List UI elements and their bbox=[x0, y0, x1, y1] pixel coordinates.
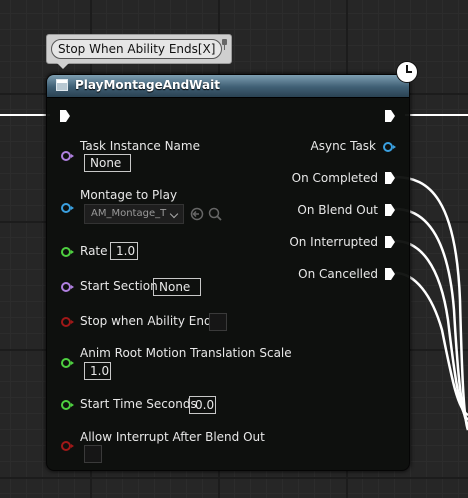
exec-in-pin[interactable] bbox=[59, 109, 71, 123]
allow-interrupt-after-blend-out-pin[interactable] bbox=[61, 441, 74, 451]
on-blend-out-exec-pin[interactable] bbox=[384, 203, 396, 217]
comment-bubble[interactable]: Stop When Ability Ends[X] bbox=[46, 34, 232, 69]
exec-out-pin[interactable] bbox=[384, 109, 396, 123]
stop-when-ability-ends-label: Stop when Ability Ends bbox=[80, 314, 218, 328]
node-title: PlayMontageAndWait bbox=[75, 78, 220, 92]
on-interrupted-label: On Interrupted bbox=[289, 235, 378, 249]
montage-to-play-value: AM_Montage_T bbox=[91, 208, 167, 219]
anim-root-motion-translation-scale-pin[interactable] bbox=[61, 358, 74, 368]
stop-when-ability-ends-checkbox[interactable] bbox=[209, 313, 227, 331]
comment-tail bbox=[57, 63, 69, 69]
async-task-pin[interactable] bbox=[383, 142, 396, 152]
pin-icon[interactable] bbox=[221, 39, 228, 50]
stop-when-ability-ends-pin[interactable] bbox=[61, 317, 74, 327]
blueprint-node[interactable]: PlayMontageAndWait Task Instance Name No… bbox=[46, 74, 410, 471]
function-icon bbox=[56, 79, 68, 91]
start-section-field[interactable]: None bbox=[153, 278, 201, 296]
on-interrupted-exec-pin[interactable] bbox=[384, 235, 396, 249]
montage-to-play-pin[interactable] bbox=[61, 203, 74, 213]
start-time-seconds-label: Start Time Seconds bbox=[80, 397, 197, 411]
anim-root-motion-translation-scale-field[interactable]: 1.0 bbox=[84, 362, 111, 380]
rate-label: Rate bbox=[80, 244, 108, 258]
rate-pin[interactable] bbox=[61, 247, 74, 257]
comment-text[interactable]: Stop When Ability Ends[X] bbox=[51, 39, 223, 59]
search-icon[interactable] bbox=[208, 207, 222, 221]
start-time-seconds-pin[interactable] bbox=[61, 400, 74, 410]
on-cancelled-exec-pin[interactable] bbox=[384, 267, 396, 281]
start-section-pin[interactable] bbox=[61, 282, 74, 292]
allow-interrupt-after-blend-out-label: Allow Interrupt After Blend Out bbox=[80, 430, 265, 444]
rate-field[interactable]: 1.0 bbox=[110, 242, 138, 260]
node-header[interactable]: PlayMontageAndWait bbox=[47, 75, 409, 98]
start-time-seconds-field[interactable]: 0.0 bbox=[189, 396, 216, 414]
anim-root-motion-translation-scale-label: Anim Root Motion Translation Scale bbox=[80, 346, 292, 360]
on-completed-label: On Completed bbox=[291, 171, 378, 185]
on-completed-exec-pin[interactable] bbox=[384, 171, 396, 185]
on-blend-out-label: On Blend Out bbox=[297, 203, 378, 217]
montage-to-play-label: Montage to Play bbox=[80, 188, 178, 202]
allow-interrupt-after-blend-out-checkbox[interactable] bbox=[84, 445, 102, 463]
montage-to-play-dropdown[interactable]: AM_Montage_T bbox=[84, 204, 184, 224]
clock-icon bbox=[396, 61, 418, 83]
async-task-label: Async Task bbox=[310, 139, 376, 153]
on-cancelled-label: On Cancelled bbox=[298, 267, 378, 281]
task-instance-name-label: Task Instance Name bbox=[80, 139, 200, 153]
chevron-down-icon bbox=[169, 209, 179, 219]
arrow-circle-icon[interactable] bbox=[190, 207, 204, 221]
task-instance-name-field[interactable]: None bbox=[84, 154, 131, 172]
task-instance-name-pin[interactable] bbox=[61, 151, 74, 161]
start-section-label: Start Section bbox=[80, 279, 158, 293]
